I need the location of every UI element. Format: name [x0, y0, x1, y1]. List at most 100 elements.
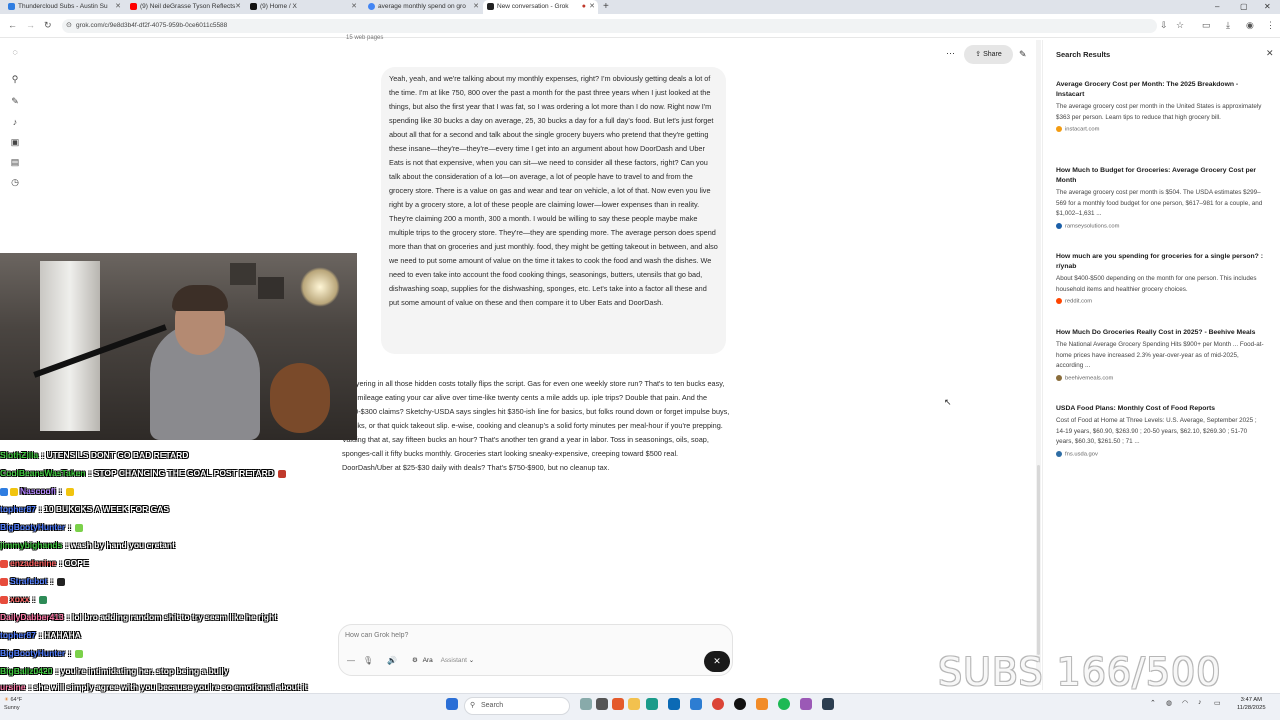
- result-heading[interactable]: USDA Food Plans: Monthly Cost of Food Re…: [1056, 404, 1266, 414]
- emote-icon: [65, 487, 74, 496]
- profile-icon[interactable]: ◉: [1246, 20, 1254, 31]
- badge-icon: [0, 487, 8, 496]
- chat-text: : UTENSILS DONT GO BAD RETARD: [41, 450, 189, 460]
- prompt-input[interactable]: [345, 632, 705, 639]
- store-icon[interactable]: [668, 698, 680, 710]
- result-heading[interactable]: How much are you spending for groceries …: [1056, 252, 1266, 272]
- close-tab-icon[interactable]: ✕: [235, 0, 241, 14]
- mail-icon[interactable]: [690, 698, 702, 710]
- speaker-icon[interactable]: 🔊: [387, 656, 397, 665]
- cam-acoustic-panel: [230, 263, 256, 285]
- search-result-item[interactable]: USDA Food Plans: Monthly Cost of Food Re…: [1056, 404, 1266, 457]
- result-snippet: The average grocery cost per month in th…: [1056, 103, 1262, 121]
- close-tab-icon[interactable]: ✕: [115, 0, 121, 14]
- back-icon[interactable]: ←: [8, 20, 17, 30]
- chat-text: : 10 BUKCKS A WEEK FOR GAS: [38, 504, 170, 514]
- install-app-icon[interactable]: ⇩: [1160, 20, 1168, 31]
- search-result-item[interactable]: How Much to Budget for Groceries: Averag…: [1056, 166, 1266, 229]
- chat-username: DailyDabber413: [0, 612, 64, 622]
- spotify-icon[interactable]: [778, 698, 790, 710]
- instacart-favicon-icon: [1056, 126, 1062, 132]
- attach-icon[interactable]: —: [347, 656, 355, 665]
- cam-lamp: [300, 267, 340, 307]
- menu-kebab-icon[interactable]: ⋮: [1266, 20, 1275, 31]
- chat-text: :: [32, 594, 36, 604]
- search-result-item[interactable]: How much are you spending for groceries …: [1056, 252, 1266, 305]
- voice-settings-icon: ⚙: [412, 657, 418, 664]
- web-pages-chip[interactable]: 15 web pages: [346, 35, 383, 41]
- microphone-icon[interactable]: 🎙: [363, 656, 373, 665]
- cam-streamer-hair: [172, 285, 228, 311]
- chat-message: topher87: HAHAHA: [0, 628, 81, 642]
- steam-icon[interactable]: [822, 698, 834, 710]
- volume-icon[interactable]: ♪: [1198, 699, 1202, 706]
- close-tab-icon[interactable]: ✕: [351, 0, 357, 14]
- tab-x[interactable]: (9) Home / X ✕: [246, 0, 360, 14]
- widgets-icon[interactable]: [596, 698, 608, 710]
- forward-icon[interactable]: →: [26, 20, 35, 30]
- close-voice-button[interactable]: ✕: [704, 651, 730, 672]
- user-message-bubble: Yeah, yeah, and we're talking about my m…: [381, 67, 726, 354]
- windows-start-icon[interactable]: [446, 698, 458, 710]
- tab-grok[interactable]: New conversation - Grok ● ✕: [483, 0, 598, 14]
- reload-icon[interactable]: ↻: [44, 20, 52, 31]
- taskbar-clock[interactable]: 3:47 AM 11/28/2025: [1237, 696, 1266, 712]
- file-explorer-icon[interactable]: [628, 698, 640, 710]
- edit-icon[interactable]: ✎: [1019, 49, 1027, 60]
- tray-chevron-icon[interactable]: ⌃: [1150, 699, 1156, 707]
- downloads-icon[interactable]: ⤓: [1226, 20, 1230, 31]
- emote-icon: [39, 595, 48, 604]
- new-tab-button[interactable]: +: [603, 0, 609, 13]
- cam-guitar: [270, 363, 330, 433]
- voice-icon[interactable]: ♪: [9, 116, 21, 128]
- maximize-icon[interactable]: ▢: [1240, 0, 1248, 13]
- weather-widget[interactable]: ☀ 64°F Sunny: [4, 696, 22, 712]
- share-button[interactable]: ⇪ Share: [964, 45, 1013, 64]
- url-field[interactable]: ⊙ grok.com/c/9e8d3b4f-df2f-4075-959b-0ce…: [62, 19, 1157, 33]
- close-tab-icon[interactable]: ✕: [473, 0, 479, 14]
- result-heading[interactable]: How Much Do Groceries Really Cost in 202…: [1056, 328, 1266, 338]
- result-heading[interactable]: Average Grocery Cost per Month: The 2025…: [1056, 80, 1266, 100]
- tab-thundercloud[interactable]: Thundercloud Subs - Austin Su ✕: [4, 0, 124, 14]
- search-result-item[interactable]: How Much Do Groceries Really Cost in 202…: [1056, 328, 1266, 381]
- chat-message: CoolBeansWasTaken: STOP CHANGING THE GOA…: [0, 466, 288, 480]
- tray-app-icon[interactable]: ◍: [1166, 699, 1172, 707]
- close-tab-icon[interactable]: ✕: [589, 0, 595, 14]
- app-icon[interactable]: [612, 698, 624, 710]
- close-window-icon[interactable]: ✕: [1264, 0, 1271, 13]
- close-panel-icon[interactable]: ✕: [1266, 48, 1274, 59]
- cam-acoustic-panel: [258, 277, 284, 299]
- task-view-icon[interactable]: [580, 698, 592, 710]
- battery-icon[interactable]: ▭: [1214, 699, 1221, 707]
- projects-icon[interactable]: ▤: [9, 156, 21, 168]
- chrome-icon[interactable]: [712, 698, 724, 710]
- bookmark-star-icon[interactable]: ☆: [1176, 20, 1184, 31]
- chat-message: BigBootyHunter:: [0, 520, 85, 534]
- edge-icon[interactable]: [646, 698, 658, 710]
- taskbar-search-box[interactable]: ⚲ Search: [464, 697, 570, 715]
- obs-icon[interactable]: [734, 698, 746, 710]
- minimize-icon[interactable]: –: [1215, 0, 1219, 13]
- site-info-icon[interactable]: ⊙: [66, 19, 72, 33]
- tab-google-search[interactable]: average monthly spend on gro ✕: [364, 0, 482, 14]
- search-result-item[interactable]: Average Grocery Cost per Month: The 2025…: [1056, 80, 1266, 133]
- recording-icon: ●: [581, 3, 586, 10]
- history-icon[interactable]: ◷: [9, 176, 21, 188]
- voice-mode-selector[interactable]: ⚙ Ara Assistant ⌄: [412, 656, 474, 664]
- chat-message: SlothZilla: UTENSILS DONT GO BAD RETARD: [0, 448, 188, 462]
- more-options-icon[interactable]: ⋯: [946, 48, 955, 59]
- search-icon[interactable]: ⚲: [9, 73, 21, 85]
- share-label: Share: [983, 51, 1002, 58]
- split-view-icon[interactable]: ▭: [1202, 20, 1211, 31]
- chat-text: : STOP CHANGING THE GOAL POST RETARD: [88, 468, 274, 478]
- result-heading[interactable]: How Much to Budget for Groceries: Averag…: [1056, 166, 1266, 186]
- wifi-icon[interactable]: ◠: [1182, 699, 1188, 707]
- scrollbar-thumb[interactable]: [1037, 465, 1040, 655]
- grok-logo-icon[interactable]: ◌: [9, 46, 21, 58]
- tab-youtube[interactable]: (9) Neil deGrasse Tyson Reflects ✕: [126, 0, 244, 14]
- app-icon[interactable]: [756, 698, 768, 710]
- new-chat-icon[interactable]: ✎: [9, 95, 21, 107]
- app-icon[interactable]: [800, 698, 812, 710]
- result-source: fns.usda.gov: [1065, 451, 1098, 458]
- imagine-icon[interactable]: ▣: [9, 136, 21, 148]
